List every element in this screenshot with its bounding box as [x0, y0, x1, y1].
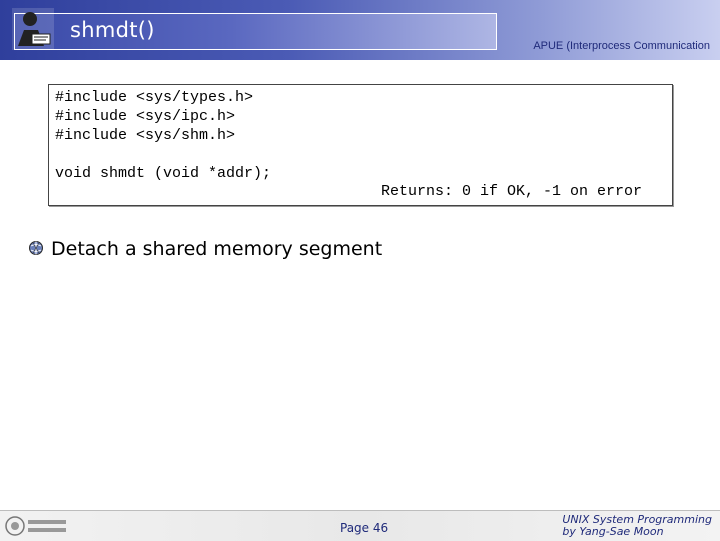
page-number: Page 46	[340, 521, 389, 535]
code-line: #include <sys/shm.h>	[55, 127, 236, 144]
person-reading-icon	[12, 8, 54, 50]
course-info: UNIX System Programming by Yang-Sae Moon	[562, 514, 712, 538]
code-line: #include <sys/ipc.h>	[55, 108, 236, 125]
header-band: shmdt() APUE (Interprocess Communication	[0, 0, 720, 60]
header-subtitle: APUE (Interprocess Communication	[533, 40, 710, 52]
code-returns: Returns: 0 if OK, -1 on error	[380, 183, 642, 200]
code-line: #include <sys/types.h>	[55, 89, 254, 106]
page-title: shmdt()	[70, 18, 155, 42]
course-author: by Yang-Sae Moon	[562, 525, 664, 538]
code-box: #include <sys/types.h> #include <sys/ipc…	[48, 84, 673, 206]
footer: Page 46 UNIX System Programming by Yang-…	[0, 510, 720, 541]
globe-icon	[29, 241, 43, 255]
code-line: void shmdt (void *addr);	[55, 165, 272, 182]
university-logo-icon	[5, 516, 66, 536]
bullet-text: Detach a shared memory segment	[51, 238, 383, 260]
